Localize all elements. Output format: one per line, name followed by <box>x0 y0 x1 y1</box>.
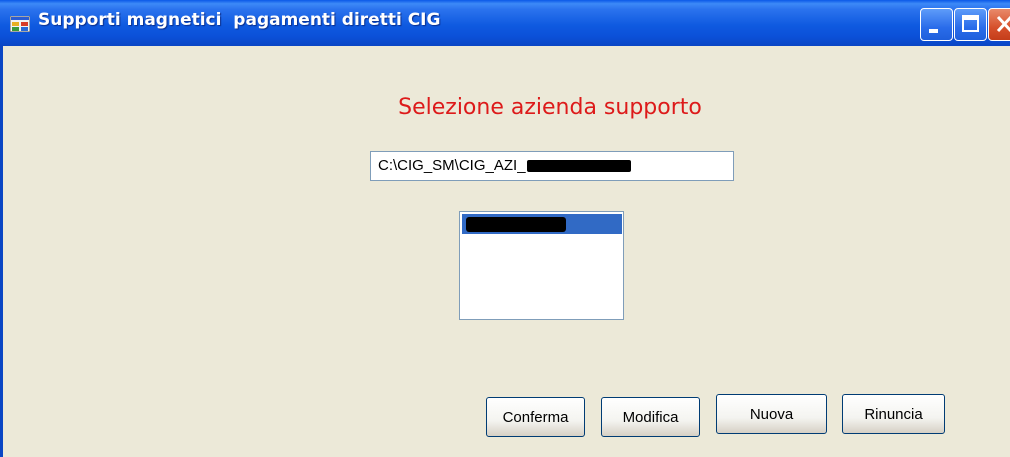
list-item[interactable] <box>462 214 622 234</box>
rinuncia-button[interactable]: Rinuncia <box>842 394 945 434</box>
company-listbox[interactable] <box>459 211 624 320</box>
path-input[interactable]: C:\CIG_SM\CIG_AZI_ <box>370 151 734 181</box>
title-bar[interactable]: Supporti magnetici pagamenti diretti CIG <box>0 0 1010 46</box>
path-value: C:\CIG_SM\CIG_AZI_ <box>378 157 526 174</box>
app-window-icon[interactable] <box>9 15 31 33</box>
minimize-button[interactable] <box>920 8 953 41</box>
window-title: Supporti magnetici pagamenti diretti CIG <box>38 10 441 30</box>
maximize-button[interactable] <box>954 8 987 41</box>
nuova-button[interactable]: Nuova <box>716 394 827 434</box>
modifica-button[interactable]: Modifica <box>601 397 700 437</box>
path-redaction <box>526 160 631 173</box>
conferma-button[interactable]: Conferma <box>486 397 585 437</box>
close-button[interactable] <box>988 8 1010 41</box>
page-title: Selezione azienda supporto <box>398 95 702 120</box>
window: Supporti magnetici pagamenti diretti CIG… <box>0 0 1010 457</box>
list-item-redaction <box>466 217 566 232</box>
